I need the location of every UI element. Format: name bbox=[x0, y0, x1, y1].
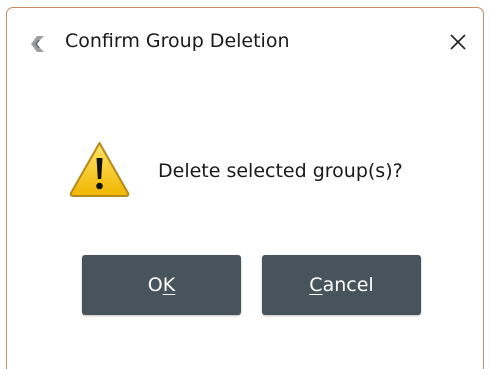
confirm-dialog-window: Confirm Group Deletion Delete selected g… bbox=[6, 7, 484, 369]
ok-button[interactable]: OK bbox=[82, 255, 241, 315]
title-bar: Confirm Group Deletion bbox=[7, 8, 483, 68]
warning-triangle-icon bbox=[69, 142, 130, 197]
dialog-title: Confirm Group Deletion bbox=[65, 30, 290, 52]
cancel-button[interactable]: Cancel bbox=[262, 255, 421, 315]
ok-button-label: OK bbox=[147, 274, 176, 296]
app-c-logo-icon bbox=[31, 36, 44, 52]
close-x-icon[interactable] bbox=[444, 28, 472, 56]
cancel-button-label: Cancel bbox=[309, 274, 374, 296]
confirmation-message: Delete selected group(s)? bbox=[158, 160, 403, 182]
